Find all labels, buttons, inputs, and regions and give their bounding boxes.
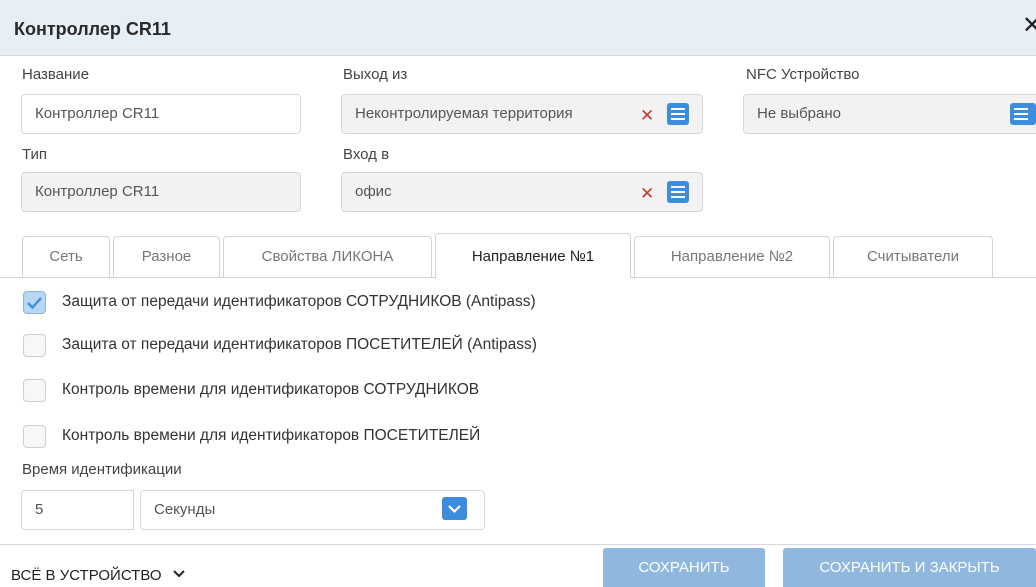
checkbox-label: Контроль времени для идентификаторов ПОС… <box>62 427 481 444</box>
all-to-device-label: ВСЁ В УСТРОЙСТВО <box>11 567 162 584</box>
ident-time-input[interactable]: 5 <box>21 490 134 530</box>
save-and-close-button[interactable]: СОХРАНИТЬ И ЗАКРЫТЬ <box>783 548 1036 587</box>
ident-time-unit-select[interactable]: Секунды <box>140 490 485 530</box>
tab-likona-properties[interactable]: Свойства ЛИКОНА <box>223 236 432 277</box>
dialog-footer: ВСЁ В УСТРОЙСТВО СОХРАНИТЬ СОХРАНИТЬ И З… <box>0 544 1036 587</box>
exit-from-value: Неконтролируемая территория <box>355 105 573 122</box>
list-icon[interactable] <box>1010 103 1036 125</box>
chevron-down-icon <box>172 570 185 578</box>
tab-readers[interactable]: Считыватели <box>833 236 993 277</box>
tab-network[interactable]: Сеть <box>22 236 110 277</box>
list-icon[interactable] <box>667 103 689 125</box>
tab-misc[interactable]: Разное <box>113 236 220 277</box>
nfc-value: Не выбрано <box>757 105 841 122</box>
enter-to-value: офис <box>355 183 392 200</box>
time-control-employees-checkbox[interactable] <box>23 379 46 402</box>
clear-icon[interactable]: ✕ <box>640 107 654 124</box>
save-button[interactable]: СОХРАНИТЬ <box>603 548 765 587</box>
type-field: Контроллер CR11 <box>21 172 301 212</box>
dialog-title: Контроллер CR11 <box>14 19 171 39</box>
antipass-visitors-checkbox[interactable] <box>23 334 46 357</box>
tab-direction-2[interactable]: Направление №2 <box>634 236 830 277</box>
checkbox-label: Защита от передачи идентификаторов СОТРУ… <box>62 293 536 310</box>
name-label: Название <box>22 66 90 83</box>
checkbox-label: Защита от передачи идентификаторов ПОСЕТ… <box>62 336 537 353</box>
nfc-field[interactable]: Не выбрано <box>743 94 1036 134</box>
nfc-label: NFC Устройство <box>746 66 860 83</box>
type-label: Тип <box>22 146 48 163</box>
tab-direction-1[interactable]: Направление №1 <box>435 233 631 278</box>
exit-from-label: Выход из <box>343 66 408 83</box>
enter-to-label: Вход в <box>343 146 390 163</box>
clear-icon[interactable]: ✕ <box>640 185 654 202</box>
check-icon <box>27 297 42 310</box>
ident-time-label: Время идентификации <box>22 461 182 478</box>
close-icon[interactable]: ✕ <box>1022 14 1036 38</box>
antipass-employees-checkbox[interactable] <box>23 291 46 314</box>
all-to-device-button[interactable]: ВСЁ В УСТРОЙСТВО <box>11 567 186 584</box>
time-control-visitors-checkbox[interactable] <box>23 425 46 448</box>
name-input[interactable]: Контроллер CR11 <box>21 94 301 134</box>
list-icon[interactable] <box>667 181 689 203</box>
chevron-down-icon[interactable] <box>442 497 467 520</box>
ident-time-unit-value: Секунды <box>154 501 216 518</box>
dialog-header: Контроллер CR11 ✕ <box>0 0 1036 56</box>
checkbox-label: Контроль времени для идентификаторов СОТ… <box>62 381 480 398</box>
